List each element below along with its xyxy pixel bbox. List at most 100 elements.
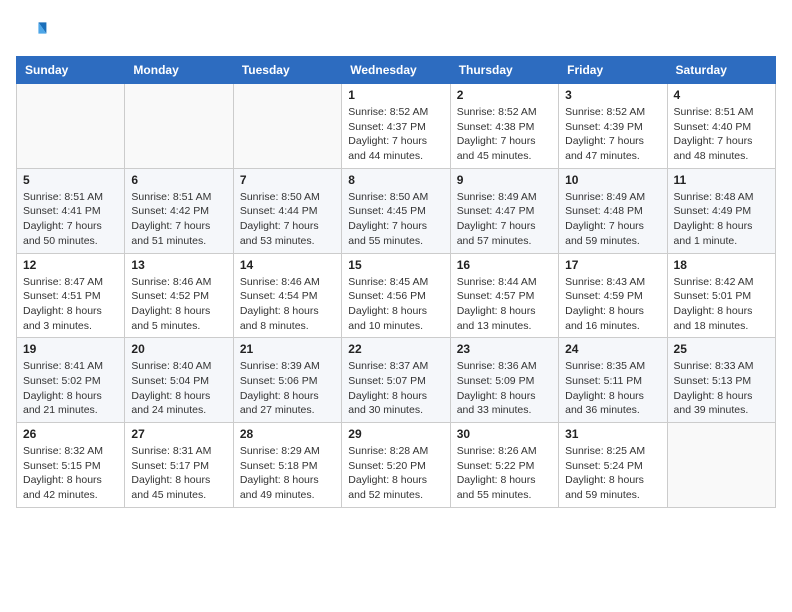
calendar-cell: 9 Sunrise: 8:49 AMSunset: 4:47 PMDaylight…	[450, 168, 558, 253]
day-number: 1	[348, 88, 443, 102]
day-info: Sunrise: 8:43 AMSunset: 4:59 PMDaylight:…	[565, 275, 660, 334]
calendar-cell: 3 Sunrise: 8:52 AMSunset: 4:39 PMDaylight…	[559, 84, 667, 169]
day-number: 16	[457, 258, 552, 272]
day-info: Sunrise: 8:31 AMSunset: 5:17 PMDaylight:…	[131, 444, 226, 503]
calendar-cell: 13 Sunrise: 8:46 AMSunset: 4:52 PMDayligh…	[125, 253, 233, 338]
day-number: 6	[131, 173, 226, 187]
day-info: Sunrise: 8:39 AMSunset: 5:06 PMDaylight:…	[240, 359, 335, 418]
day-number: 22	[348, 342, 443, 356]
calendar-cell: 20 Sunrise: 8:40 AMSunset: 5:04 PMDayligh…	[125, 338, 233, 423]
calendar-cell: 17 Sunrise: 8:43 AMSunset: 4:59 PMDayligh…	[559, 253, 667, 338]
day-number: 13	[131, 258, 226, 272]
calendar-cell: 24 Sunrise: 8:35 AMSunset: 5:11 PMDayligh…	[559, 338, 667, 423]
calendar-cell: 26Sunrise: 8:32 AMSunset: 5:15 PMDayligh…	[17, 423, 125, 508]
day-info: Sunrise: 8:51 AMSunset: 4:40 PMDaylight:…	[674, 105, 769, 164]
column-header-saturday: Saturday	[667, 57, 775, 84]
calendar-cell	[125, 84, 233, 169]
calendar-cell	[667, 423, 775, 508]
calendar-cell	[17, 84, 125, 169]
calendar-week-row: 12Sunrise: 8:47 AMSunset: 4:51 PMDayligh…	[17, 253, 776, 338]
day-info: Sunrise: 8:49 AMSunset: 4:47 PMDaylight:…	[457, 190, 552, 249]
day-info: Sunrise: 8:35 AMSunset: 5:11 PMDaylight:…	[565, 359, 660, 418]
day-number: 12	[23, 258, 118, 272]
calendar-cell: 1 Sunrise: 8:52 AMSunset: 4:37 PMDaylight…	[342, 84, 450, 169]
day-info: Sunrise: 8:52 AMSunset: 4:38 PMDaylight:…	[457, 105, 552, 164]
day-info: Sunrise: 8:36 AMSunset: 5:09 PMDaylight:…	[457, 359, 552, 418]
day-info: Sunrise: 8:28 AMSunset: 5:20 PMDaylight:…	[348, 444, 443, 503]
day-info: Sunrise: 8:37 AMSunset: 5:07 PMDaylight:…	[348, 359, 443, 418]
column-header-wednesday: Wednesday	[342, 57, 450, 84]
day-number: 3	[565, 88, 660, 102]
page-header	[16, 16, 776, 48]
day-info: Sunrise: 8:26 AMSunset: 5:22 PMDaylight:…	[457, 444, 552, 503]
day-number: 4	[674, 88, 769, 102]
day-number: 19	[23, 342, 118, 356]
column-header-sunday: Sunday	[17, 57, 125, 84]
calendar-cell: 12Sunrise: 8:47 AMSunset: 4:51 PMDayligh…	[17, 253, 125, 338]
calendar-cell: 16 Sunrise: 8:44 AMSunset: 4:57 PMDayligh…	[450, 253, 558, 338]
day-info: Sunrise: 8:52 AMSunset: 4:37 PMDaylight:…	[348, 105, 443, 164]
logo-icon	[16, 16, 48, 48]
calendar-cell: 15 Sunrise: 8:45 AMSunset: 4:56 PMDayligh…	[342, 253, 450, 338]
day-number: 17	[565, 258, 660, 272]
day-info: Sunrise: 8:45 AMSunset: 4:56 PMDaylight:…	[348, 275, 443, 334]
calendar-week-row: 26Sunrise: 8:32 AMSunset: 5:15 PMDayligh…	[17, 423, 776, 508]
day-info: Sunrise: 8:49 AMSunset: 4:48 PMDaylight:…	[565, 190, 660, 249]
day-number: 18	[674, 258, 769, 272]
calendar-week-row: 1 Sunrise: 8:52 AMSunset: 4:37 PMDaylight…	[17, 84, 776, 169]
calendar-week-row: 19 Sunrise: 8:41 AMSunset: 5:02 PMDayligh…	[17, 338, 776, 423]
day-info: Sunrise: 8:42 AMSunset: 5:01 PMDaylight:…	[674, 275, 769, 334]
calendar-cell: 30 Sunrise: 8:26 AMSunset: 5:22 PMDayligh…	[450, 423, 558, 508]
day-info: Sunrise: 8:32 AMSunset: 5:15 PMDaylight:…	[23, 444, 118, 503]
column-header-monday: Monday	[125, 57, 233, 84]
calendar-cell: 6 Sunrise: 8:51 AMSunset: 4:42 PMDaylight…	[125, 168, 233, 253]
calendar-cell: 19 Sunrise: 8:41 AMSunset: 5:02 PMDayligh…	[17, 338, 125, 423]
day-number: 9	[457, 173, 552, 187]
day-info: Sunrise: 8:29 AMSunset: 5:18 PMDaylight:…	[240, 444, 335, 503]
day-number: 31	[565, 427, 660, 441]
calendar-cell: 18 Sunrise: 8:42 AMSunset: 5:01 PMDayligh…	[667, 253, 775, 338]
calendar-cell: 31 Sunrise: 8:25 AMSunset: 5:24 PMDayligh…	[559, 423, 667, 508]
calendar-cell: 21 Sunrise: 8:39 AMSunset: 5:06 PMDayligh…	[233, 338, 341, 423]
day-info: Sunrise: 8:46 AMSunset: 4:54 PMDaylight:…	[240, 275, 335, 334]
day-info: Sunrise: 8:50 AMSunset: 4:45 PMDaylight:…	[348, 190, 443, 249]
day-number: 10	[565, 173, 660, 187]
day-number: 7	[240, 173, 335, 187]
column-header-friday: Friday	[559, 57, 667, 84]
day-number: 25	[674, 342, 769, 356]
day-number: 8	[348, 173, 443, 187]
calendar-cell: 4 Sunrise: 8:51 AMSunset: 4:40 PMDaylight…	[667, 84, 775, 169]
calendar-cell: 27 Sunrise: 8:31 AMSunset: 5:17 PMDayligh…	[125, 423, 233, 508]
calendar-cell: 25Sunrise: 8:33 AMSunset: 5:13 PMDayligh…	[667, 338, 775, 423]
day-number: 20	[131, 342, 226, 356]
day-number: 14	[240, 258, 335, 272]
day-info: Sunrise: 8:25 AMSunset: 5:24 PMDaylight:…	[565, 444, 660, 503]
calendar-header-row: SundayMondayTuesdayWednesdayThursdayFrid…	[17, 57, 776, 84]
day-info: Sunrise: 8:41 AMSunset: 5:02 PMDaylight:…	[23, 359, 118, 418]
calendar-cell: 28Sunrise: 8:29 AMSunset: 5:18 PMDayligh…	[233, 423, 341, 508]
day-number: 21	[240, 342, 335, 356]
day-info: Sunrise: 8:52 AMSunset: 4:39 PMDaylight:…	[565, 105, 660, 164]
day-info: Sunrise: 8:48 AMSunset: 4:49 PMDaylight:…	[674, 190, 769, 249]
calendar-cell: 7 Sunrise: 8:50 AMSunset: 4:44 PMDaylight…	[233, 168, 341, 253]
logo	[16, 16, 52, 48]
day-info: Sunrise: 8:44 AMSunset: 4:57 PMDaylight:…	[457, 275, 552, 334]
calendar-cell: 11 Sunrise: 8:48 AMSunset: 4:49 PMDayligh…	[667, 168, 775, 253]
column-header-tuesday: Tuesday	[233, 57, 341, 84]
calendar-cell: 22 Sunrise: 8:37 AMSunset: 5:07 PMDayligh…	[342, 338, 450, 423]
day-number: 2	[457, 88, 552, 102]
day-number: 5	[23, 173, 118, 187]
day-info: Sunrise: 8:50 AMSunset: 4:44 PMDaylight:…	[240, 190, 335, 249]
day-number: 15	[348, 258, 443, 272]
day-info: Sunrise: 8:51 AMSunset: 4:42 PMDaylight:…	[131, 190, 226, 249]
day-info: Sunrise: 8:40 AMSunset: 5:04 PMDaylight:…	[131, 359, 226, 418]
day-number: 30	[457, 427, 552, 441]
day-info: Sunrise: 8:46 AMSunset: 4:52 PMDaylight:…	[131, 275, 226, 334]
day-number: 11	[674, 173, 769, 187]
column-header-thursday: Thursday	[450, 57, 558, 84]
calendar-table: SundayMondayTuesdayWednesdayThursdayFrid…	[16, 56, 776, 508]
day-number: 27	[131, 427, 226, 441]
day-number: 24	[565, 342, 660, 356]
calendar-week-row: 5Sunrise: 8:51 AMSunset: 4:41 PMDaylight…	[17, 168, 776, 253]
calendar-cell: 10 Sunrise: 8:49 AMSunset: 4:48 PMDayligh…	[559, 168, 667, 253]
